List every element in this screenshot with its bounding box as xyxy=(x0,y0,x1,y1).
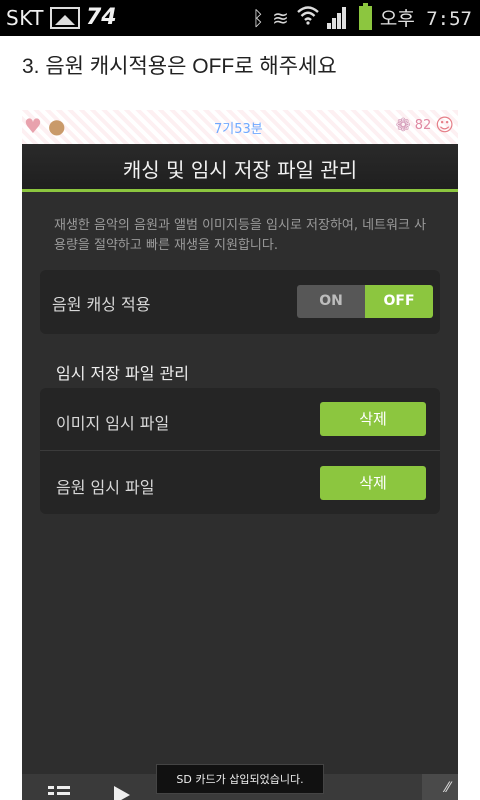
bunny-icon: ♥ xyxy=(24,114,42,138)
wifi-icon xyxy=(297,5,319,31)
page-title: 캐싱 및 임시 저장 파일 관리 xyxy=(122,158,358,182)
title-bar: 캐싱 및 임시 저장 파일 관리 xyxy=(22,144,458,192)
bear-icon: ● xyxy=(48,114,66,138)
battery-icon xyxy=(358,2,372,30)
play-icon[interactable] xyxy=(114,786,130,800)
cache-toggle[interactable]: ON OFF xyxy=(297,285,433,318)
signal-icon xyxy=(326,6,351,29)
gallery-icon xyxy=(49,6,80,29)
notification-number: 74 xyxy=(85,5,117,30)
vibrate-icon: ≋ xyxy=(272,5,289,30)
cache-setting-label: 음원 캐싱 적용 xyxy=(52,295,151,314)
toast-message: SD 카드가 삽입되었습니다. xyxy=(156,764,324,794)
clock: 오후 7:57 xyxy=(379,8,472,30)
temp-files-section-title: 임시 저장 파일 관리 xyxy=(56,364,190,383)
instruction-text: 3. 음원 캐시적용은 OFF로 해주세요 xyxy=(22,55,337,78)
banner-text: 7기53분 xyxy=(214,122,263,137)
cache-setting-card: 음원 캐싱 적용 ON OFF xyxy=(40,270,440,334)
candy-icon: ❁ xyxy=(395,115,411,136)
playlist-icon[interactable] xyxy=(48,786,70,800)
delete-audio-temp-button[interactable]: 삭제 xyxy=(320,466,426,500)
face-icon: ☺ xyxy=(435,115,454,136)
bluetooth-icon: ᛒ xyxy=(252,5,265,30)
status-bar: SKT 74 ᛒ ≋ 오후 7:57 xyxy=(0,0,480,36)
row-divider xyxy=(40,450,440,451)
description-text: 재생한 음악의 음원과 앨범 이미지등을 임시로 저장하여, 네트워크 사용량을… xyxy=(54,218,427,253)
temp-files-card: 이미지 임시 파일 삭제 음원 임시 파일 삭제 xyxy=(40,388,440,514)
carrier-label: SKT xyxy=(6,5,44,30)
image-temp-file-label: 이미지 임시 파일 xyxy=(56,414,170,433)
toggle-on-option[interactable]: ON xyxy=(297,285,365,318)
settings-screen: 캐싱 및 임시 저장 파일 관리 재생한 음악의 음원과 앨범 이미지등을 임시… xyxy=(22,144,458,800)
expand-handle[interactable]: ⁄⁄ xyxy=(422,774,458,800)
decorative-banner: ♥ ● 7기53분 ❁ 82 ☺ xyxy=(22,110,458,144)
banner-count: 82 xyxy=(414,118,432,133)
expand-icon: ⁄⁄ xyxy=(445,780,450,796)
toggle-off-option[interactable]: OFF xyxy=(365,285,433,318)
delete-image-temp-button[interactable]: 삭제 xyxy=(320,402,426,436)
audio-temp-file-label: 음원 임시 파일 xyxy=(56,478,155,497)
